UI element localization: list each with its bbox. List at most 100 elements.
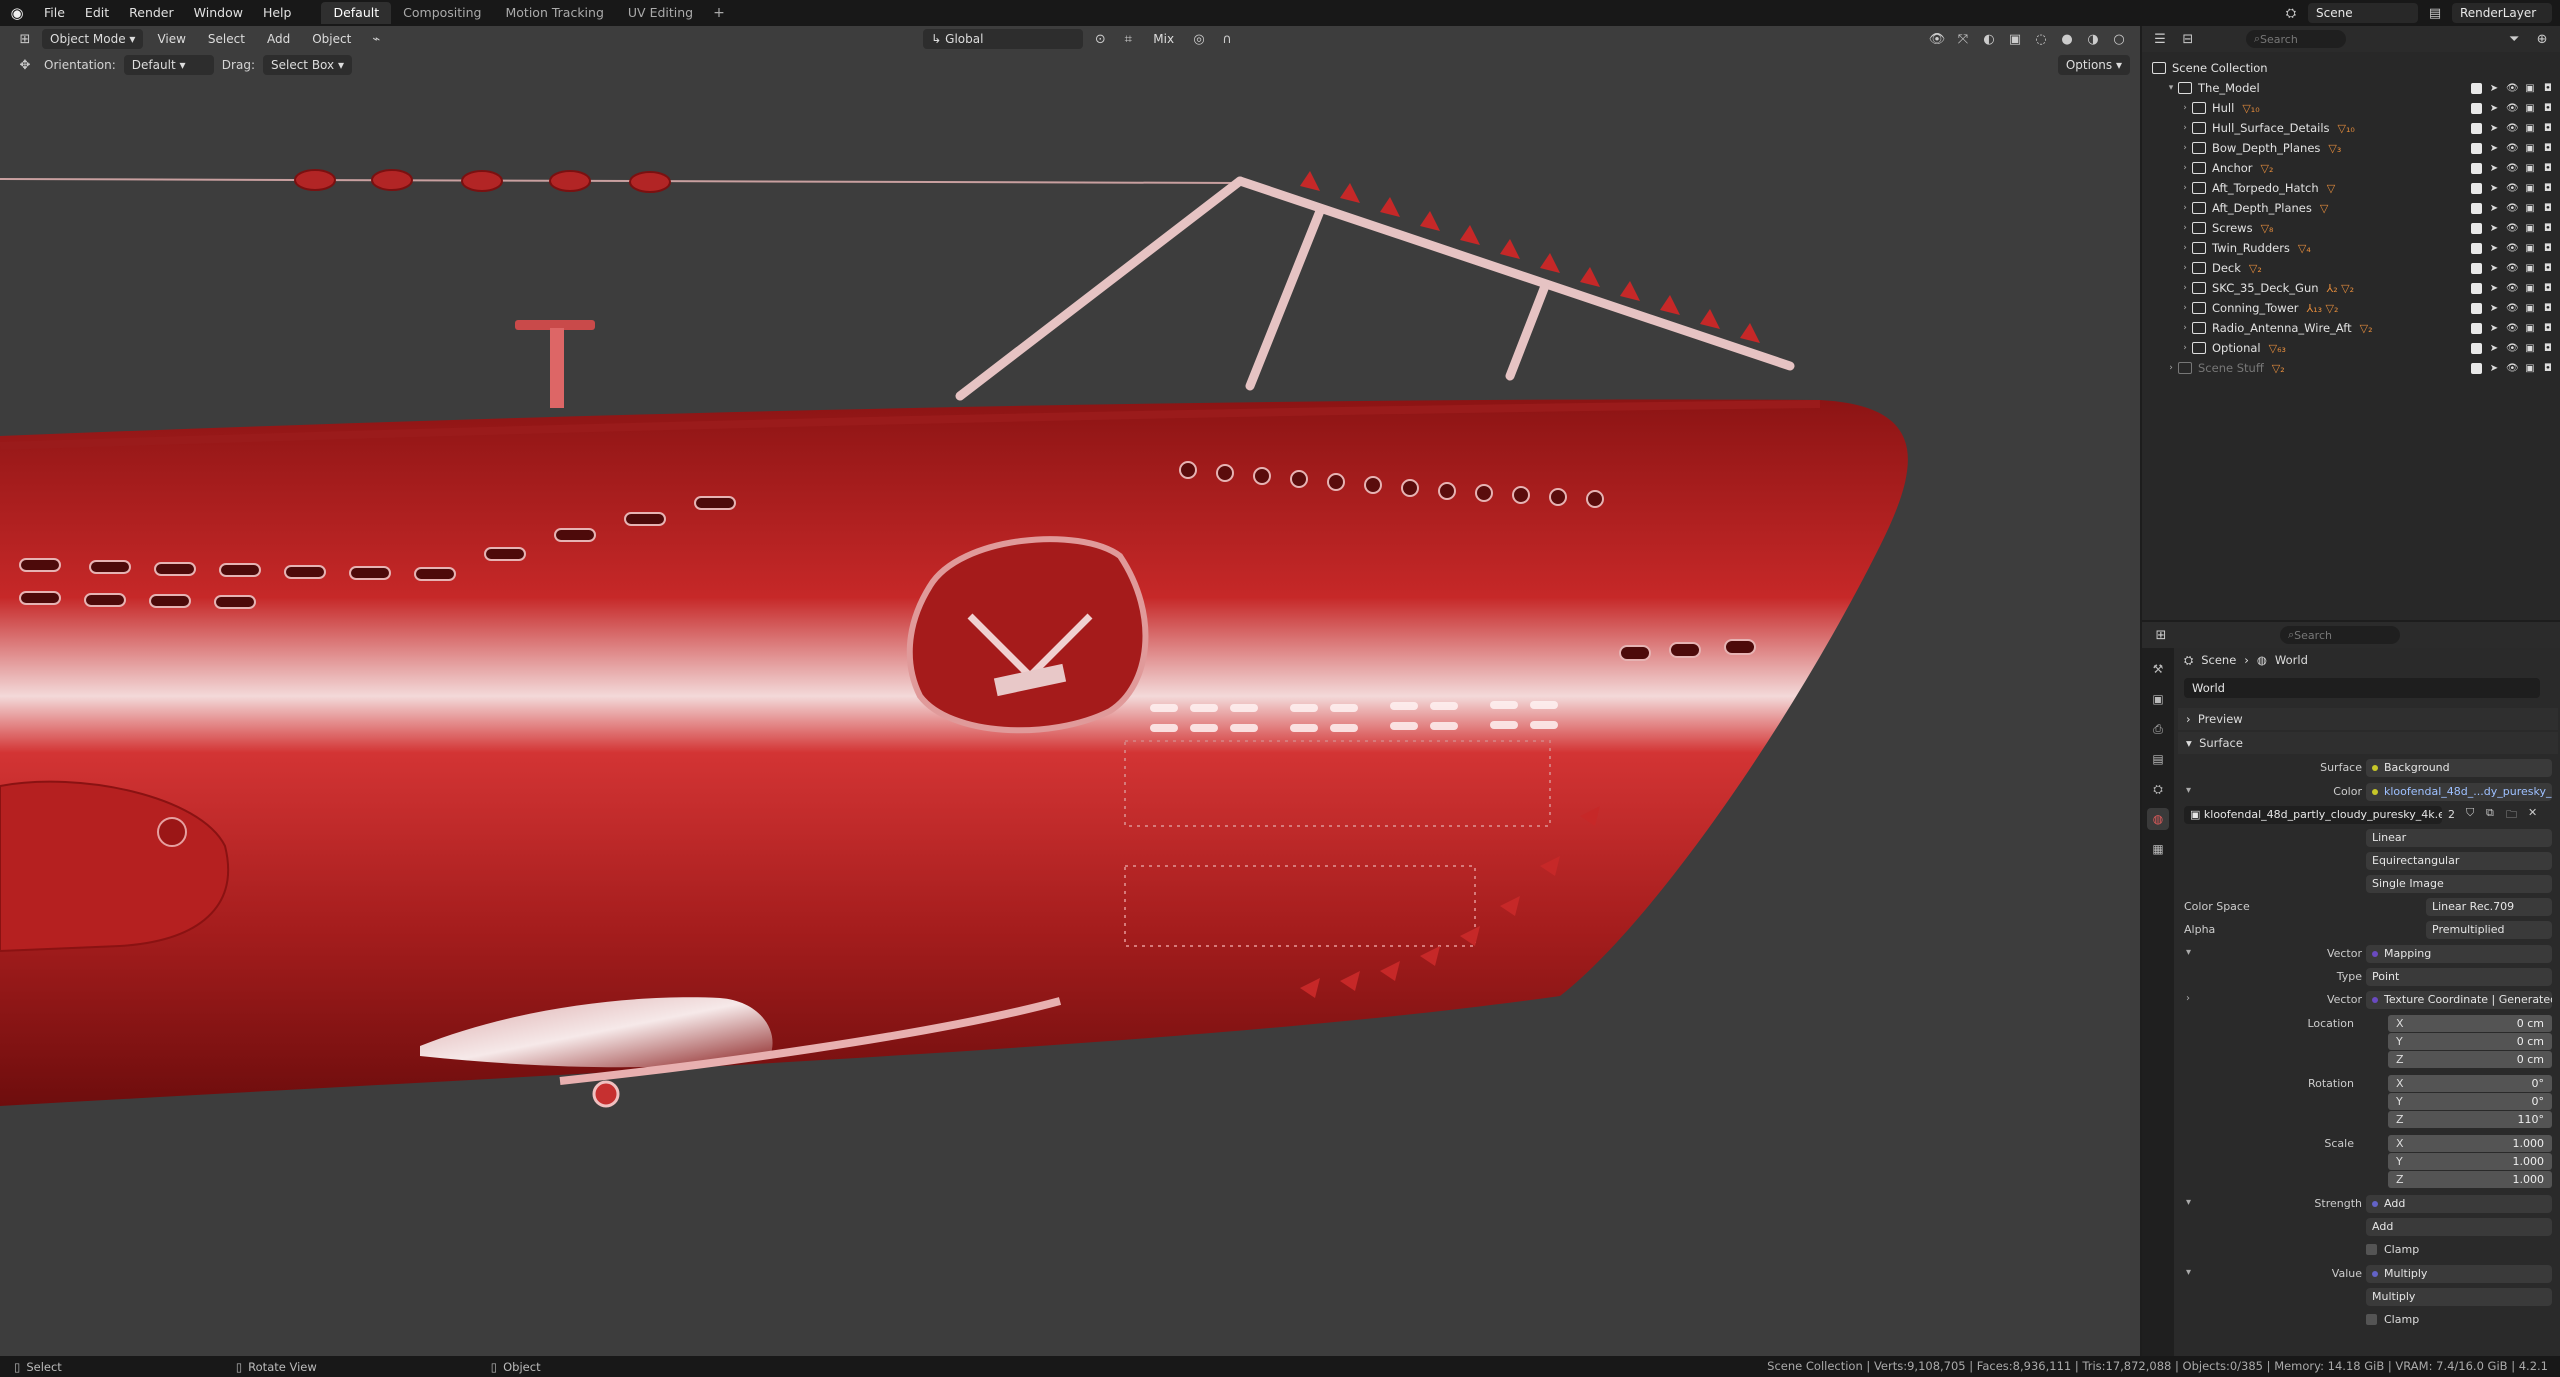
outliner-item[interactable]: › Radio_Antenna_Wire_Aft ▽₂ ➤ 👁 ▣ ◘ (2142, 318, 2560, 338)
outliner-item[interactable]: › Aft_Depth_Planes ▽ ➤ 👁 ▣ ◘ (2142, 198, 2560, 218)
expand-arrow-icon[interactable]: › (2178, 263, 2192, 273)
add-workspace-button[interactable]: + (705, 5, 733, 21)
vector-mapping-field[interactable]: Mapping (2366, 945, 2552, 963)
menu-object[interactable]: Object (304, 29, 359, 49)
alpha-select[interactable]: Premultiplied (2426, 921, 2552, 939)
scale-y-field[interactable]: Y 1.000 (2388, 1153, 2552, 1170)
properties-search-input[interactable]: ⌕ Search (2280, 626, 2400, 644)
clamp-checkbox[interactable] (2366, 1244, 2377, 1255)
render-icon[interactable]: ◘ (2542, 203, 2554, 214)
outliner-item[interactable]: › Hull ▽₁₀ ➤ 👁 ▣ ◘ (2142, 98, 2560, 118)
expand-arrow-icon[interactable]: › (2178, 343, 2192, 353)
collection-row[interactable]: ▾ The_Model ➤ 👁 ▣ ◘ (2142, 78, 2560, 98)
unlink-icon[interactable]: ✕ (2528, 806, 2537, 819)
select-icon[interactable]: ➤ (2488, 343, 2500, 354)
exclude-checkbox[interactable] (2471, 142, 2482, 154)
tab-compositing[interactable]: Compositing (391, 2, 493, 24)
expand-arrow-icon[interactable]: › (2178, 203, 2192, 213)
color-texture-field[interactable]: kloofendal_48d_...dy_puresky_4k.exr (2366, 783, 2552, 801)
tool-tab-icon[interactable]: ⚒ (2147, 658, 2169, 680)
rotation-x-field[interactable]: X 0° (2388, 1075, 2552, 1092)
render-icon[interactable]: ◘ (2542, 263, 2554, 274)
camera-icon[interactable]: ▣ (2524, 283, 2536, 294)
expand-arrow-icon[interactable]: › (2178, 243, 2192, 253)
camera-icon[interactable]: ▣ (2524, 323, 2536, 334)
render-icon[interactable]: ◘ (2542, 363, 2554, 374)
camera-icon[interactable]: ▣ (2524, 183, 2536, 194)
exclude-checkbox[interactable] (2471, 82, 2482, 94)
outliner-item[interactable]: › Conning_Tower ⅄₁₃ ▽₂ ➤ 👁 ▣ ◘ (2142, 298, 2560, 318)
value-node-field[interactable]: Multiply (2366, 1265, 2552, 1283)
tab-motion-tracking[interactable]: Motion Tracking (494, 2, 616, 24)
render-icon[interactable]: ◘ (2542, 183, 2554, 194)
render-icon[interactable]: ◘ (2542, 323, 2554, 334)
wireframe-shading-icon[interactable]: ◌ (2030, 29, 2052, 49)
image-datablock-field[interactable]: ▣ kloofendal_48d_partly_cloudy_puresky_4… (2184, 806, 2442, 824)
camera-icon[interactable]: ▣ (2524, 163, 2536, 174)
rotation-z-field[interactable]: Z 110° (2388, 1111, 2552, 1128)
camera-icon[interactable]: ▣ (2524, 143, 2536, 154)
rendered-shading-icon[interactable]: ○ (2108, 29, 2130, 49)
camera-icon[interactable]: ▣ (2524, 223, 2536, 234)
outliner-item[interactable]: › Aft_Torpedo_Hatch ▽ ➤ 👁 ▣ ◘ (2142, 178, 2560, 198)
select-icon[interactable]: ➤ (2488, 243, 2500, 254)
snap-icon[interactable]: ⌗ (1117, 29, 1139, 49)
outliner-search-input[interactable]: ⌕ Search (2245, 30, 2347, 48)
select-icon[interactable]: ➤ (2488, 363, 2500, 374)
eye-icon[interactable]: 👁 (2506, 243, 2519, 254)
outliner-item[interactable]: › Optional ▽₆₃ ➤ 👁 ▣ ◘ (2142, 338, 2560, 358)
output-tab-icon[interactable]: ⎙ (2147, 718, 2169, 740)
visibility-icon[interactable]: 👁 (1926, 29, 1948, 49)
eye-icon[interactable]: 👁 (2506, 363, 2519, 374)
exclude-checkbox[interactable] (2471, 182, 2482, 194)
location-z-field[interactable]: Z0 cm (2388, 1051, 2552, 1068)
texture-tab-icon[interactable]: ▦ (2147, 838, 2169, 860)
falloff-icon[interactable]: ∩ (1216, 29, 1238, 49)
camera-icon[interactable]: ▣ (2524, 363, 2536, 374)
breadcrumb-world[interactable]: World (2275, 653, 2308, 667)
expand-arrow-icon[interactable]: › (2178, 163, 2192, 173)
proportional-edit-icon[interactable]: ◎ (1188, 29, 1210, 49)
eye-icon[interactable]: 👁 (2506, 303, 2519, 314)
location-y-field[interactable]: Y0 cm (2388, 1033, 2552, 1050)
eye-icon[interactable]: 👁 (2506, 263, 2519, 274)
render-tab-icon[interactable]: ▣ (2147, 688, 2169, 710)
select-icon[interactable]: ➤ (2488, 163, 2500, 174)
menu-file[interactable]: File (34, 0, 75, 26)
material-shading-icon[interactable]: ◑ (2082, 29, 2104, 49)
outliner-item[interactable]: › Twin_Rudders ▽₄ ➤ 👁 ▣ ◘ (2142, 238, 2560, 258)
expand-arrow-icon[interactable]: › (2178, 143, 2192, 153)
vector-texcoord-field[interactable]: Texture Coordinate | Generated (2366, 991, 2552, 1009)
view-layer-tab-icon[interactable]: ▤ (2147, 748, 2169, 770)
menu-help[interactable]: Help (253, 0, 302, 26)
expand-icon[interactable]: ▾ (2186, 785, 2191, 796)
camera-icon[interactable]: ▣ (2524, 103, 2536, 114)
menu-window[interactable]: Window (184, 0, 253, 26)
expand-arrow-icon[interactable]: › (2178, 223, 2192, 233)
eye-icon[interactable]: 👁 (2506, 163, 2519, 174)
eye-icon[interactable]: 👁 (2506, 323, 2519, 334)
select-icon[interactable]: ➤ (2488, 263, 2500, 274)
expand-icon[interactable]: ▾ (2186, 1267, 2191, 1278)
select-icon[interactable]: ➤ (2488, 303, 2500, 314)
surface-panel-header[interactable]: ▾ Surface (2178, 732, 2558, 754)
tab-default[interactable]: Default (321, 2, 392, 24)
solid-shading-icon[interactable]: ● (2056, 29, 2078, 49)
mode-selector[interactable]: Object Mode ▾ (42, 29, 144, 49)
expand-icon[interactable]: › (2186, 993, 2190, 1004)
blender-logo-icon[interactable]: ◉ (0, 0, 34, 26)
editor-type-icon[interactable]: ⊞ (14, 29, 36, 49)
outliner-item[interactable]: › Deck ▽₂ ➤ 👁 ▣ ◘ (2142, 258, 2560, 278)
render-icon[interactable]: ◘ (2542, 283, 2554, 294)
drag-selector[interactable]: Select Box ▾ (262, 55, 352, 75)
interpolation-select[interactable]: Linear (2366, 829, 2552, 847)
select-icon[interactable]: ➤ (2488, 183, 2500, 194)
camera-icon[interactable]: ▣ (2524, 203, 2536, 214)
scene-collection-row[interactable]: Scene Collection (2142, 58, 2560, 78)
scene-tab-icon[interactable]: ⛭ (2147, 778, 2169, 800)
outliner-item[interactable]: › Screws ▽₈ ➤ 👁 ▣ ◘ (2142, 218, 2560, 238)
expand-arrow-icon[interactable]: › (2178, 123, 2192, 133)
exclude-checkbox[interactable] (2471, 162, 2482, 174)
eye-icon[interactable]: 👁 (2506, 203, 2519, 214)
eye-icon[interactable]: 👁 (2506, 123, 2519, 134)
